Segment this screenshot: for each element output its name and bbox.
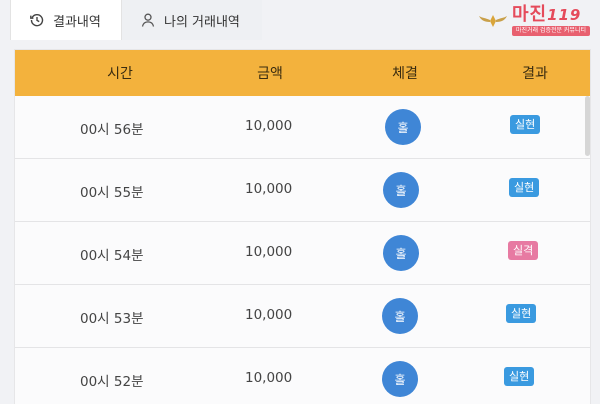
table-header: 시간 금액 체결 결과 — [15, 50, 590, 96]
result-badge: 실현 — [509, 178, 540, 197]
bet-circle: 홀 — [382, 361, 418, 397]
row-amount: 10,000 — [245, 181, 293, 197]
row-time: 00시 54분 — [80, 248, 144, 264]
result-badge: 실격 — [508, 241, 539, 260]
logo-tagline: 마진거래 검증전문 커뮤니티 — [511, 26, 590, 36]
header-result: 결과 — [522, 66, 548, 82]
logo-wordmark: 마진119 — [511, 4, 582, 25]
bet-circle: 홀 — [385, 109, 421, 145]
row-amount: 10,000 — [245, 244, 293, 260]
history-icon — [29, 12, 45, 28]
result-badge: 실현 — [510, 115, 541, 134]
row-time: 00시 52분 — [80, 374, 144, 390]
result-badge: 실현 — [506, 304, 537, 323]
results-table: 시간 금액 체결 결과 00시 56분 10,000 홀 실현 00시 55분 … — [15, 50, 590, 404]
tab-results-label: 결과내역 — [53, 14, 101, 30]
tab-my-transactions-label: 나의 거래내역 — [164, 14, 240, 30]
scrollbar[interactable] — [585, 96, 590, 156]
row-amount: 10,000 — [245, 370, 293, 386]
site-logo: 마진119 마진거래 검증전문 커뮤니티 — [455, 4, 590, 38]
header-bet: 체결 — [392, 66, 418, 82]
table-row: 00시 53분 10,000 홀 실현 — [15, 285, 590, 348]
table-row: 00시 54분 10,000 홀 실격 — [15, 222, 590, 285]
table-row: 00시 56분 10,000 홀 실현 — [15, 96, 590, 159]
bet-circle: 홀 — [383, 172, 419, 208]
row-amount: 10,000 — [245, 307, 293, 323]
wing-badge-icon — [478, 15, 507, 27]
table-row: 00시 52분 10,000 홀 실현 — [15, 348, 590, 404]
row-time: 00시 55분 — [80, 185, 144, 201]
tab-results[interactable]: 결과내역 — [10, 0, 122, 40]
row-time: 00시 56분 — [80, 122, 144, 138]
user-icon — [140, 12, 156, 28]
header-time: 시간 — [107, 66, 133, 82]
tab-my-transactions[interactable]: 나의 거래내역 — [122, 0, 262, 40]
row-amount: 10,000 — [245, 118, 293, 134]
result-badge: 실현 — [504, 367, 535, 386]
bet-circle: 홀 — [382, 298, 418, 334]
header-amount: 금액 — [257, 66, 283, 82]
table-row: 00시 55분 10,000 홀 실현 — [15, 159, 590, 222]
row-time: 00시 53분 — [80, 311, 144, 327]
bet-circle: 홀 — [383, 235, 419, 271]
